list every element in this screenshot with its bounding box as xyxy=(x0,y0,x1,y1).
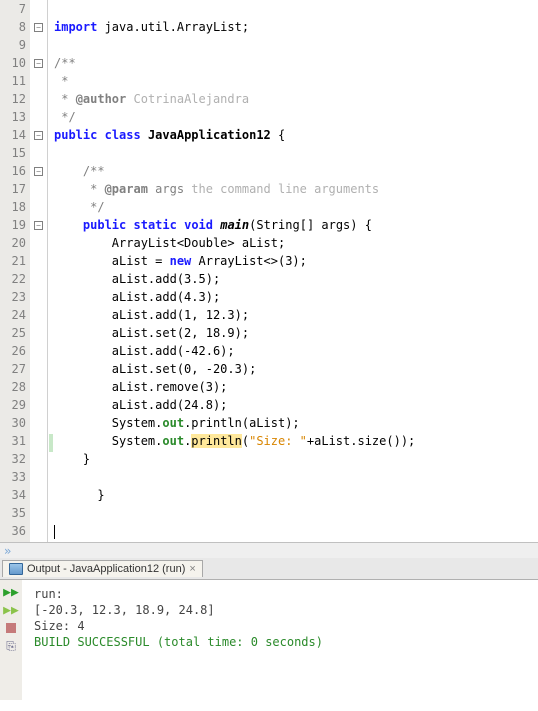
chevron-down-icon[interactable]: » xyxy=(4,544,11,558)
output-line: [-20.3, 12.3, 18.9, 24.8] xyxy=(34,602,534,618)
line-number: 20 xyxy=(0,234,26,252)
javadoc: /** xyxy=(54,56,76,70)
line-number: 31 xyxy=(0,432,26,450)
line-number: 28 xyxy=(0,378,26,396)
line-number: 9 xyxy=(0,36,26,54)
line-number: 29 xyxy=(0,396,26,414)
fold-toggle-icon[interactable]: − xyxy=(34,23,43,32)
line-number: 27 xyxy=(0,360,26,378)
output-panel-header: Output - JavaApplication12 (run) × xyxy=(0,558,538,580)
code-editor[interactable]: 7891011121314151617181920212223242526272… xyxy=(0,0,538,542)
line-number: 24 xyxy=(0,306,26,324)
line-number: 23 xyxy=(0,288,26,306)
play-icon: ▶▶ xyxy=(3,603,19,618)
line-number: 22 xyxy=(0,270,26,288)
build-status-line: BUILD SUCCESSFUL (total time: 0 seconds) xyxy=(34,634,534,650)
output-tab[interactable]: Output - JavaApplication12 (run) × xyxy=(2,560,203,577)
class-name: JavaApplication12 xyxy=(148,128,271,142)
line-number: 33 xyxy=(0,468,26,486)
text-cursor xyxy=(54,525,55,539)
output-line: Size: 4 xyxy=(34,618,534,634)
output-window-icon xyxy=(9,563,23,575)
highlight: println xyxy=(191,434,242,448)
rerun-alt-button[interactable]: ▶▶ xyxy=(3,602,19,618)
keyword: import xyxy=(54,20,97,34)
line-number: 15 xyxy=(0,144,26,162)
stop-icon xyxy=(6,623,16,633)
line-number: 13 xyxy=(0,108,26,126)
output-line: run: xyxy=(34,586,534,602)
fold-toggle-icon[interactable]: − xyxy=(34,167,43,176)
line-number: 10 xyxy=(0,54,26,72)
line-number: 32 xyxy=(0,450,26,468)
line-number: 26 xyxy=(0,342,26,360)
output-panel: ▶▶ ▶▶ ⎘ run: [-20.3, 12.3, 18.9, 24.8] S… xyxy=(0,580,538,700)
line-number: 34 xyxy=(0,486,26,504)
wrap-icon: ⎘ xyxy=(6,639,16,654)
line-number: 21 xyxy=(0,252,26,270)
line-number-gutter: 7891011121314151617181920212223242526272… xyxy=(0,0,30,542)
code-area[interactable]: import java.util.ArrayList; /** * * @aut… xyxy=(54,0,538,542)
change-marker xyxy=(49,434,53,452)
line-number: 8 xyxy=(0,18,26,36)
line-number: 36 xyxy=(0,522,26,540)
output-content[interactable]: run: [-20.3, 12.3, 18.9, 24.8] Size: 4 B… xyxy=(22,580,538,700)
output-tab-label: Output - JavaApplication12 (run) xyxy=(27,563,185,575)
line-number: 18 xyxy=(0,198,26,216)
rerun-button[interactable]: ▶▶ xyxy=(3,584,19,600)
play-icon: ▶▶ xyxy=(3,585,19,600)
javadoc-tag: @author xyxy=(76,92,127,106)
line-number: 16 xyxy=(0,162,26,180)
method-name: main xyxy=(220,218,249,232)
line-number: 17 xyxy=(0,180,26,198)
line-number: 7 xyxy=(0,0,26,18)
fold-toggle-icon[interactable]: − xyxy=(34,59,43,68)
static-field: out xyxy=(162,416,184,430)
line-number: 30 xyxy=(0,414,26,432)
fold-toggle-icon[interactable]: − xyxy=(34,131,43,140)
line-number: 11 xyxy=(0,72,26,90)
line-number: 25 xyxy=(0,324,26,342)
line-number: 12 xyxy=(0,90,26,108)
line-number: 14 xyxy=(0,126,26,144)
line-number: 19 xyxy=(0,216,26,234)
fold-column[interactable]: − − − − − xyxy=(30,0,48,542)
stop-button[interactable] xyxy=(3,620,19,636)
expand-bar[interactable]: » xyxy=(0,542,538,558)
output-toolbar: ▶▶ ▶▶ ⎘ xyxy=(0,580,22,700)
line-number: 35 xyxy=(0,504,26,522)
fold-toggle-icon[interactable]: − xyxy=(34,221,43,230)
settings-button[interactable]: ⎘ xyxy=(3,638,19,654)
close-icon[interactable]: × xyxy=(189,563,195,575)
string-literal: "Size: " xyxy=(249,434,307,448)
